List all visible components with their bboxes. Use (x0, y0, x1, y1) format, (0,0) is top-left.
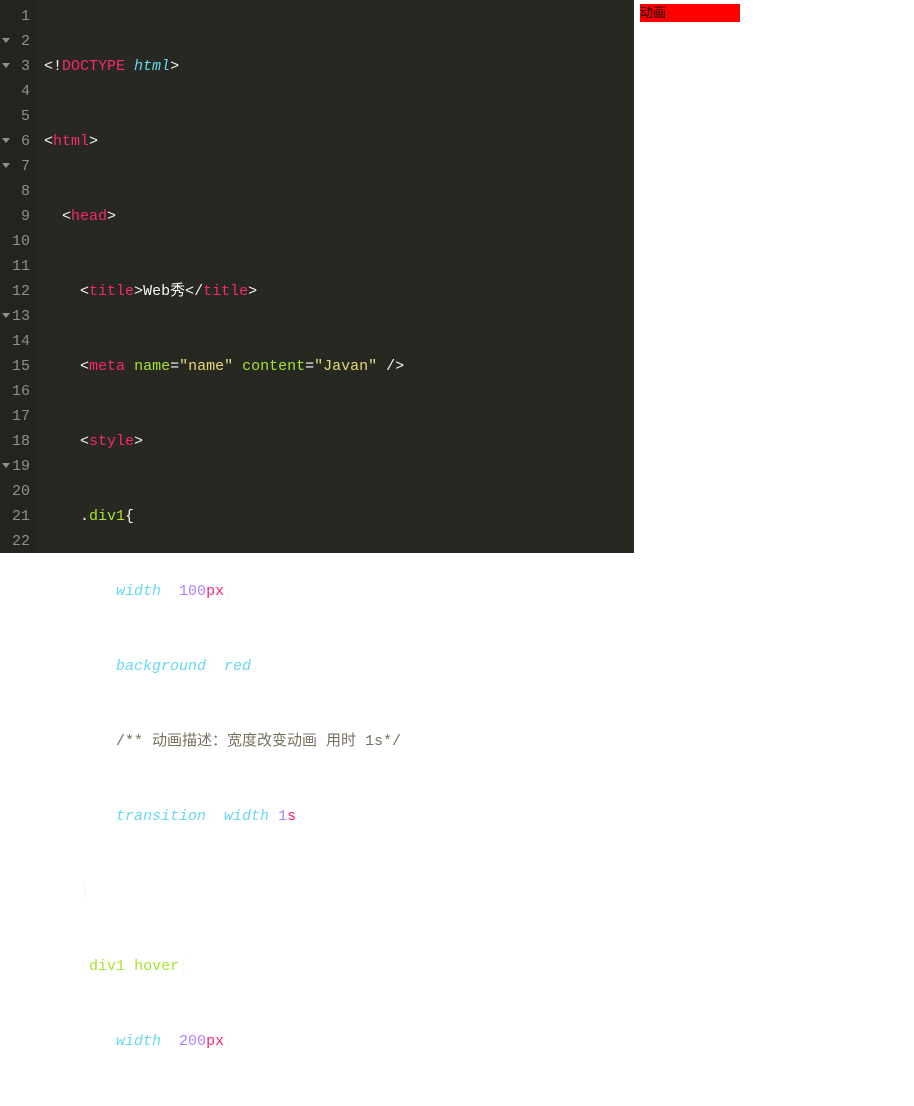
code-line[interactable]: <title>Web秀</title> (44, 279, 634, 304)
line-number: 17 (4, 404, 30, 429)
line-number: 5 (4, 104, 30, 129)
line-number: 2 (4, 29, 30, 54)
line-number: 4 (4, 79, 30, 104)
line-number: 8 (4, 179, 30, 204)
code-line[interactable]: <meta name="name" content="Javan" /> (44, 354, 634, 379)
fold-marker-icon[interactable] (2, 63, 10, 68)
fold-marker-icon[interactable] (2, 163, 10, 168)
line-number: 15 (4, 354, 30, 379)
code-line[interactable]: background: red; (44, 654, 634, 679)
fold-marker-icon[interactable] (2, 463, 10, 468)
fold-marker-icon[interactable] (2, 38, 10, 43)
code-line[interactable]: <html> (44, 129, 634, 154)
line-number: 1 (4, 4, 30, 29)
code-line[interactable]: .div1:hover{ (44, 954, 634, 979)
line-number: 6 (4, 129, 30, 154)
line-number: 22 (4, 529, 30, 554)
code-line[interactable]: <style> (44, 429, 634, 454)
code-line[interactable]: transition: width 1s; (44, 804, 634, 829)
line-number: 13 (4, 304, 30, 329)
line-number: 21 (4, 504, 30, 529)
line-number: 14 (4, 329, 30, 354)
code-line[interactable]: /** 动画描述：宽度改变动画 用时 1s*/ (44, 729, 634, 754)
fold-marker-icon[interactable] (2, 313, 10, 318)
code-editor[interactable]: 1 2 3 4 5 6 7 8 9 10 11 12 13 14 15 16 1… (0, 0, 634, 553)
preview-div1[interactable]: 动画 (640, 4, 740, 22)
line-number: 3 (4, 54, 30, 79)
code-line[interactable]: background: blue; (44, 1104, 634, 1106)
fold-marker-icon[interactable] (2, 138, 10, 143)
code-line[interactable]: <head> (44, 204, 634, 229)
code-line[interactable]: width: 200px; (44, 1029, 634, 1054)
code-line[interactable]: .div1{ (44, 504, 634, 529)
line-number: 16 (4, 379, 30, 404)
line-number: 9 (4, 204, 30, 229)
code-line[interactable]: <!DOCTYPE html> (44, 54, 634, 79)
line-number: 12 (4, 279, 30, 304)
line-number: 10 (4, 229, 30, 254)
line-number: 7 (4, 154, 30, 179)
code-line[interactable]: width: 100px; (44, 579, 634, 604)
line-number: 20 (4, 479, 30, 504)
line-number: 18 (4, 429, 30, 454)
code-area[interactable]: <!DOCTYPE html> <html> <head> <title>Web… (36, 0, 634, 553)
preview-pane: 动画 (634, 0, 914, 553)
line-number: 11 (4, 254, 30, 279)
line-number: 19 (4, 454, 30, 479)
code-line[interactable]: } (44, 879, 634, 904)
gutter: 1 2 3 4 5 6 7 8 9 10 11 12 13 14 15 16 1… (0, 0, 36, 553)
